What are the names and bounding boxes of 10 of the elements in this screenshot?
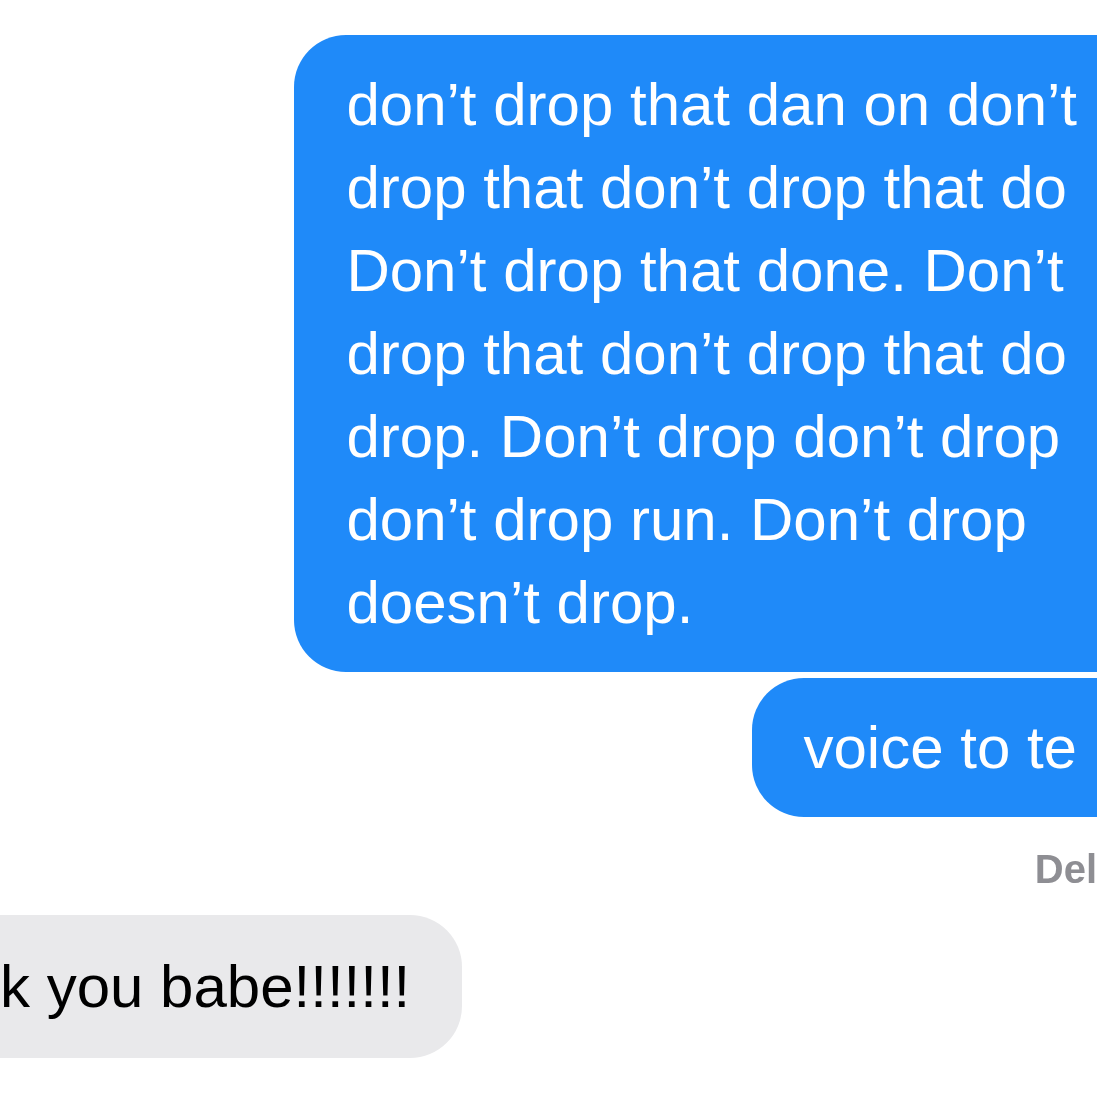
message-text: k you babe!!!!!!! bbox=[0, 952, 411, 1022]
delivery-status: Del bbox=[1034, 846, 1097, 893]
message-text: don’t drop that dan on don’t bbox=[346, 70, 1077, 140]
message-text: drop. Don’t drop don’t drop bbox=[346, 402, 1062, 472]
message-text: drop that don’t drop that do bbox=[346, 319, 1068, 389]
message-text: doesn’t drop. bbox=[346, 568, 695, 638]
message-text: drop that don’t drop that do bbox=[346, 153, 1068, 223]
message-text: Don’t drop that done. Don’t bbox=[346, 236, 1065, 306]
message-text: don’t drop run. Don’t drop bbox=[346, 485, 1028, 555]
message-text: voice to te bbox=[803, 713, 1077, 783]
